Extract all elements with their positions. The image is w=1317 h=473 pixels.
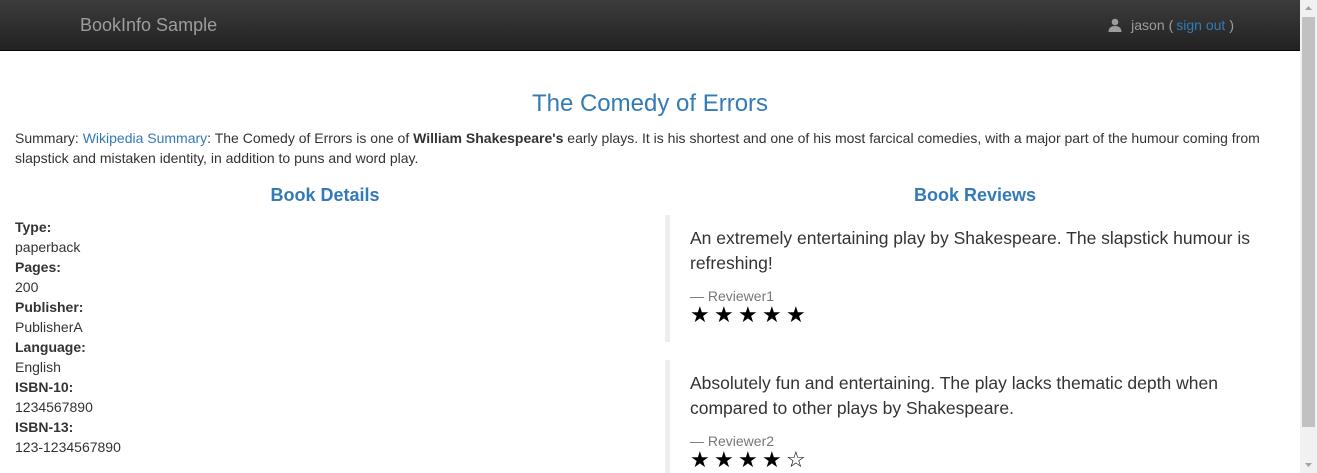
detail-label-type: Type: (15, 219, 52, 235)
star-filled-icon: ★ (762, 303, 782, 328)
detail-value-publisher: PublisherA (15, 319, 83, 335)
detail-value-isbn10: 1234567890 (15, 399, 93, 415)
summary-text-1: : The Comedy of Errors is one of (207, 130, 414, 146)
book-title: The Comedy of Errors (531, 90, 769, 117)
vertical-scrollbar[interactable] (1300, 0, 1317, 473)
page: BookInfo Sample jason ( sign out ) The C… (0, 0, 1300, 473)
paren-close: ) (1229, 17, 1234, 33)
star-filled-icon: ★ (690, 448, 710, 473)
rating-stars: ★ ★ ★ ★ ★ (690, 303, 1275, 328)
brand-link[interactable]: BookInfo Sample (80, 15, 217, 36)
detail-label-isbn10: ISBN-10: (15, 379, 74, 395)
scrollbar-thumb[interactable] (1302, 17, 1315, 427)
book-summary: Summary: Wikipedia Summary: The Comedy o… (15, 128, 1285, 168)
sign-out-link[interactable]: sign out (1176, 17, 1225, 33)
scroll-down-arrow-icon[interactable] (1300, 456, 1317, 473)
summary-label: Summary: (15, 130, 79, 146)
detail-label-pages: Pages: (15, 259, 61, 275)
navbar: BookInfo Sample jason ( sign out ) (0, 0, 1300, 51)
detail-value-language: English (15, 359, 61, 375)
review-item: Absolutely fun and entertaining. The pla… (665, 360, 1275, 473)
book-details-heading: Book Details (270, 185, 380, 205)
detail-label-publisher: Publisher: (15, 299, 84, 315)
rating-stars: ★ ★ ★ ★ ☆ (690, 448, 1275, 473)
summary-author: William Shakespeare's (413, 130, 564, 146)
star-filled-icon: ★ (786, 303, 806, 328)
detail-value-pages: 200 (15, 279, 39, 295)
review-text: Absolutely fun and entertaining. The pla… (690, 373, 1218, 418)
detail-value-type: paperback (15, 239, 81, 255)
review-text: An extremely entertaining play by Shakes… (690, 228, 1250, 273)
username: jason (1131, 17, 1165, 33)
star-filled-icon: ★ (738, 448, 758, 473)
user-icon (1108, 18, 1122, 32)
paren-open: ( (1168, 17, 1174, 33)
book-details-list: Type: paperback Pages: 200 Publisher: Pu… (15, 217, 615, 457)
user-area: jason ( sign out ) (1108, 17, 1234, 33)
book-reviews-heading: Book Reviews (913, 185, 1037, 205)
star-filled-icon: ★ (762, 448, 782, 473)
detail-label-isbn13: ISBN-13: (15, 419, 74, 435)
star-filled-icon: ★ (690, 303, 710, 328)
scroll-up-arrow-icon[interactable] (1300, 0, 1317, 17)
detail-label-language: Language: (15, 339, 86, 355)
star-empty-icon: ☆ (786, 448, 806, 473)
star-filled-icon: ★ (714, 303, 734, 328)
detail-value-isbn13: 123-1234567890 (15, 439, 121, 455)
star-filled-icon: ★ (738, 303, 758, 328)
wikipedia-summary-link[interactable]: Wikipedia Summary (83, 130, 207, 146)
review-item: An extremely entertaining play by Shakes… (665, 215, 1275, 342)
star-filled-icon: ★ (714, 448, 734, 473)
